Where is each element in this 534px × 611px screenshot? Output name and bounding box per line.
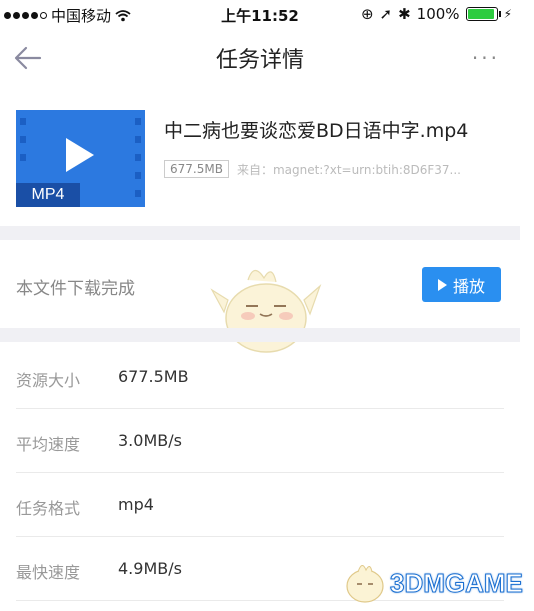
status-bar: 中国移动 上午11:52 ⊕ ➚ ✱ 100% ⚡	[0, 0, 520, 28]
page-title: 任务详情	[215, 48, 304, 73]
more-icon[interactable]: ···	[472, 46, 500, 70]
section-divider	[0, 226, 520, 240]
file-card: MP4 中二病也要谈恋爱BD日语中字.mp4 677.5MB 来自：magnet…	[0, 96, 520, 224]
detail-value: 677.5MB	[118, 367, 189, 386]
bluetooth-icon: ✱	[398, 5, 411, 23]
battery-icon	[465, 7, 501, 21]
source-link: 来自：magnet:?xt=urn:btih:8D6F37...	[236, 162, 461, 177]
play-triangle-icon	[437, 278, 447, 291]
status-icons: ⊕ ➚ ✱ 100% ⚡	[361, 5, 512, 23]
detail-key: 平均速度	[16, 435, 81, 454]
play-button[interactable]: 播放	[422, 267, 501, 302]
nav-bar: 任务详情 ···	[0, 28, 520, 88]
watermark-mascot-icon	[346, 565, 384, 603]
detail-key: 任务格式	[16, 499, 81, 518]
detail-key: 资源大小	[16, 371, 81, 390]
watermark-text: 3DMGAME	[390, 568, 524, 599]
film-strip-right	[131, 110, 145, 207]
download-status-text: 本文件下载完成	[16, 279, 135, 299]
detail-row-avg-speed: 平均速度 3.0MB/s	[16, 409, 504, 473]
site-watermark: 3DMGAME	[340, 556, 530, 608]
detail-row-format: 任务格式 mp4	[16, 473, 504, 537]
play-icon	[66, 138, 94, 172]
detail-value: 4.9MB/s	[118, 559, 182, 578]
detail-value: 3.0MB/s	[118, 431, 182, 450]
play-button-label: 播放	[452, 276, 485, 296]
file-type-label: MP4	[16, 183, 80, 207]
section-divider	[0, 328, 520, 342]
location-icon: ➚	[379, 5, 393, 23]
detail-row-size: 资源大小 677.5MB	[16, 345, 504, 409]
battery-percent: 100%	[416, 5, 460, 23]
lock-rotation-icon: ⊕	[360, 5, 374, 23]
file-name: 中二病也要谈恋爱BD日语中字.mp4	[164, 120, 469, 142]
file-meta: 677.5MB 来自：magnet:?xt=urn:btih:8D6F37...	[164, 160, 461, 178]
charging-icon: ⚡	[503, 7, 512, 21]
size-badge: 677.5MB	[164, 160, 229, 178]
video-thumbnail[interactable]: MP4	[16, 110, 145, 207]
detail-value: mp4	[118, 495, 154, 514]
detail-key: 最快速度	[16, 563, 81, 582]
